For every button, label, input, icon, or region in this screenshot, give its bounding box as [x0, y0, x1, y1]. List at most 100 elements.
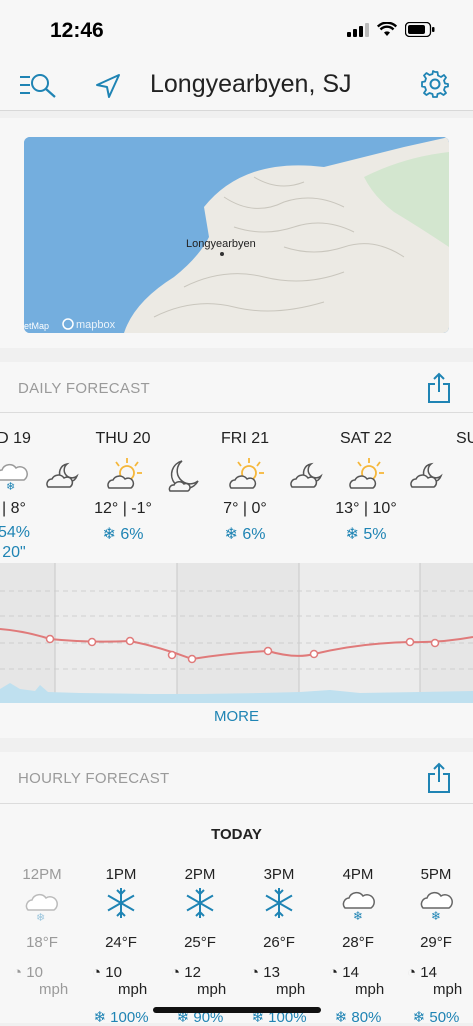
wind-arrow-icon: ◔ [407, 964, 417, 981]
wind-speed: 14 [342, 964, 359, 981]
hour-temp: 25°F [184, 934, 216, 951]
moon-icon [168, 460, 199, 492]
hour-temp: 24°F [105, 934, 137, 951]
wind-arrow-icon: ◔ [13, 964, 23, 981]
wind-unit: mph [197, 981, 227, 998]
svg-text:❄: ❄ [6, 480, 15, 492]
hour-column[interactable]: 4PM 28°F ◔ 14 mph ❄ 80% [319, 866, 397, 1026]
sun-cloud-icon [107, 458, 142, 489]
wind-unit: mph [118, 981, 148, 998]
hour-wind: ◔ 12 mph [171, 964, 239, 998]
daily-share-icon[interactable] [427, 372, 451, 404]
hour-wind: ◔ 13 mph [250, 964, 318, 998]
hour-label: 3PM [263, 866, 295, 883]
day-temps: | 8° [2, 500, 26, 517]
day-label: FRI 21 [220, 430, 269, 447]
map-place-label: Longyearbyen [186, 238, 256, 250]
wind-speed: 13 [263, 964, 280, 981]
day-precip: 54% [0, 524, 31, 541]
hour-label: 12PM [22, 866, 62, 883]
temperature-graph-svg [0, 563, 473, 703]
day-precip-amount: 20" [2, 544, 26, 561]
svg-text:❄: ❄ [36, 911, 45, 922]
hour-temp: 29°F [420, 934, 452, 951]
snowflake-icon [265, 888, 293, 918]
hour-column[interactable]: 3PM 26°F ◔ 13 mph ❄ 100% [240, 866, 318, 1026]
hour-column[interactable]: 5PM 29°F ◔ 14 mph ❄ 50% [397, 866, 473, 1026]
hour-column[interactable]: 1PM 24°F ◔ 10 mph ❄ 100% [82, 866, 160, 1026]
day-precip: ❄ 6% [224, 526, 266, 543]
mapbox-logo: mapbox [76, 319, 116, 331]
day-column[interactable]: D 19 | 8° 54% 20" [0, 430, 64, 561]
signal-icon [347, 22, 369, 37]
wind-unit: mph [433, 981, 463, 998]
location-map[interactable]: Longyearbyen etMap mapbox [24, 137, 449, 333]
today-label: TODAY [211, 826, 262, 843]
wind-arrow-icon: ◔ [250, 964, 260, 981]
wind-speed: 10 [105, 964, 122, 981]
hour-temp: 28°F [342, 934, 374, 951]
wind-unit: mph [276, 981, 306, 998]
wind-speed: 10 [26, 964, 43, 981]
day-column[interactable]: THU 20 12° | -1° ❄ 6% [73, 430, 173, 543]
moon-cloud-icon [46, 462, 79, 488]
hour-label: 1PM [105, 866, 137, 883]
more-button[interactable]: MORE [0, 708, 473, 725]
wind-speed: 14 [420, 964, 437, 981]
wind-unit: mph [355, 981, 385, 998]
status-time: 12:46 [50, 19, 104, 42]
hour-wind: ◔ 14 mph [407, 964, 473, 998]
location-title[interactable]: Longyearbyen, SJ [150, 70, 352, 99]
day-temps: 7° | 0° [223, 500, 267, 517]
hour-column[interactable]: 12PM 18°F ◔ 10 mph [3, 866, 81, 998]
battery-icon [405, 22, 435, 37]
hour-precip: ❄ 80% [334, 1009, 382, 1026]
hour-wind: ◔ 10 mph [92, 964, 160, 998]
daily-divider [0, 412, 473, 413]
hourly-forecast-header: HOURLY FORECAST [18, 770, 170, 787]
day-column[interactable]: SU 20 ❄ [424, 430, 473, 448]
wifi-icon [377, 22, 397, 36]
snow-cloud-icon: ❄ [0, 464, 28, 492]
day-label: SAT 22 [340, 430, 392, 447]
day-column[interactable]: FRI 21 7° | 0° ❄ 6% [195, 430, 295, 543]
wind-unit: mph [39, 981, 69, 998]
hourly-divider [0, 803, 473, 804]
hour-column[interactable]: 2PM 25°F ◔ 12 mph ❄ 90% [161, 866, 239, 1026]
snow-cloud-icon: ❄ [420, 892, 453, 922]
day-column[interactable]: SAT 22 13° | 10° ❄ 5% [316, 430, 416, 543]
search-menu-icon[interactable] [18, 69, 58, 101]
home-indicator[interactable] [153, 1007, 321, 1013]
snowflake-icon [186, 888, 214, 918]
snow-cloud-icon: ❄ [25, 894, 58, 922]
hourly-share-icon[interactable] [427, 762, 451, 794]
day-label: D 19 [0, 430, 31, 447]
svg-text:❄: ❄ [353, 909, 363, 922]
hour-precip: ❄ 50% [412, 1009, 460, 1026]
hour-wind: ◔ 14 mph [329, 964, 397, 998]
day-temps: 12° | -1° [94, 500, 152, 517]
moon-cloud-icon [410, 462, 443, 488]
hour-wind: ◔ 10 mph [13, 964, 81, 998]
wind-arrow-icon: ◔ [329, 964, 339, 981]
snow-cloud-icon: ❄ [342, 892, 375, 922]
wind-speed: 12 [184, 964, 201, 981]
settings-gear-icon[interactable] [421, 70, 449, 98]
status-icons [347, 22, 435, 37]
moon-cloud-icon [290, 462, 323, 488]
hour-temp: 26°F [263, 934, 295, 951]
day-precip: ❄ 5% [345, 526, 387, 543]
nav-bar: Longyearbyen, SJ [0, 60, 473, 111]
hour-precip: ❄ 100% [93, 1009, 149, 1026]
hour-label: 2PM [184, 866, 216, 883]
wind-arrow-icon: ◔ [171, 964, 181, 981]
location-arrow-icon[interactable] [94, 72, 122, 100]
hour-label: 4PM [342, 866, 374, 883]
map-image: Longyearbyen etMap mapbox [24, 137, 449, 333]
temperature-graph[interactable] [0, 563, 473, 703]
svg-text:❄: ❄ [431, 909, 441, 922]
sun-cloud-icon [229, 458, 264, 489]
day-precip: ❄ 6% [102, 526, 144, 543]
hour-label: 5PM [420, 866, 452, 883]
snowflake-icon [107, 888, 135, 918]
